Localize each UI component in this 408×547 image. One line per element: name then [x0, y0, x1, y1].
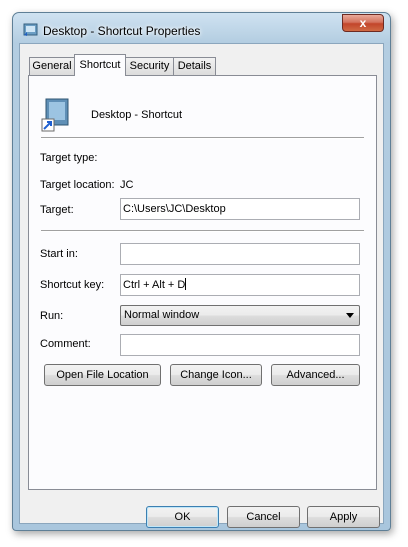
- shortcut-name: Desktop - Shortcut: [91, 109, 183, 121]
- desktop-shortcut-icon: [41, 98, 69, 132]
- target-type-label: Target type:: [40, 152, 98, 164]
- start-in-label: Start in:: [40, 248, 78, 260]
- divider: [41, 137, 364, 139]
- ok-button[interactable]: OK: [146, 506, 219, 528]
- tab-details[interactable]: Details: [173, 57, 216, 75]
- tab-label: Details: [177, 60, 212, 72]
- target-field[interactable]: C:\Users\JC\Desktop: [120, 198, 360, 220]
- shortcut-key-label: Shortcut key:: [40, 279, 105, 291]
- tab-label: Shortcut: [79, 59, 121, 71]
- target-location-label: Target location:: [40, 179, 115, 191]
- run-label: Run:: [40, 310, 64, 322]
- close-icon: x: [359, 16, 367, 30]
- shortcut-tab-panel: Desktop - Shortcut Target type: Target l…: [28, 75, 377, 490]
- tab-label: Security: [129, 60, 170, 72]
- run-select-value: Normal window: [124, 309, 200, 321]
- chevron-down-icon: [346, 313, 354, 318]
- advanced-button[interactable]: Advanced...: [271, 364, 360, 386]
- tab-general[interactable]: General: [29, 57, 75, 75]
- comment-label: Comment:: [40, 338, 91, 350]
- dialog-client-area: General Shortcut Security Details Deskto…: [19, 43, 384, 528]
- change-icon-button[interactable]: Change Icon...: [170, 364, 262, 386]
- shortcut-key-field[interactable]: Ctrl + Alt + D: [120, 274, 360, 296]
- text-caret: [185, 278, 187, 290]
- target-location-value: JC: [120, 179, 134, 191]
- close-button[interactable]: x: [342, 14, 384, 32]
- tab-security[interactable]: Security: [125, 57, 174, 75]
- comment-field[interactable]: [120, 334, 360, 356]
- divider: [41, 230, 364, 232]
- properties-window: Desktop - Shortcut Properties x General …: [12, 12, 391, 531]
- window-title: Desktop - Shortcut Properties: [43, 24, 201, 38]
- apply-button[interactable]: Apply: [307, 506, 380, 528]
- tab-label: General: [32, 60, 72, 72]
- target-label: Target:: [40, 204, 74, 216]
- shortcut-folder-icon: [23, 23, 38, 36]
- shortcut-key-value: Ctrl + Alt + D: [123, 279, 186, 291]
- run-select[interactable]: Normal window: [120, 305, 360, 326]
- start-in-field[interactable]: [120, 243, 360, 265]
- tab-shortcut[interactable]: Shortcut: [74, 54, 126, 76]
- cancel-button[interactable]: Cancel: [227, 506, 300, 528]
- open-file-location-button[interactable]: Open File Location: [44, 364, 161, 386]
